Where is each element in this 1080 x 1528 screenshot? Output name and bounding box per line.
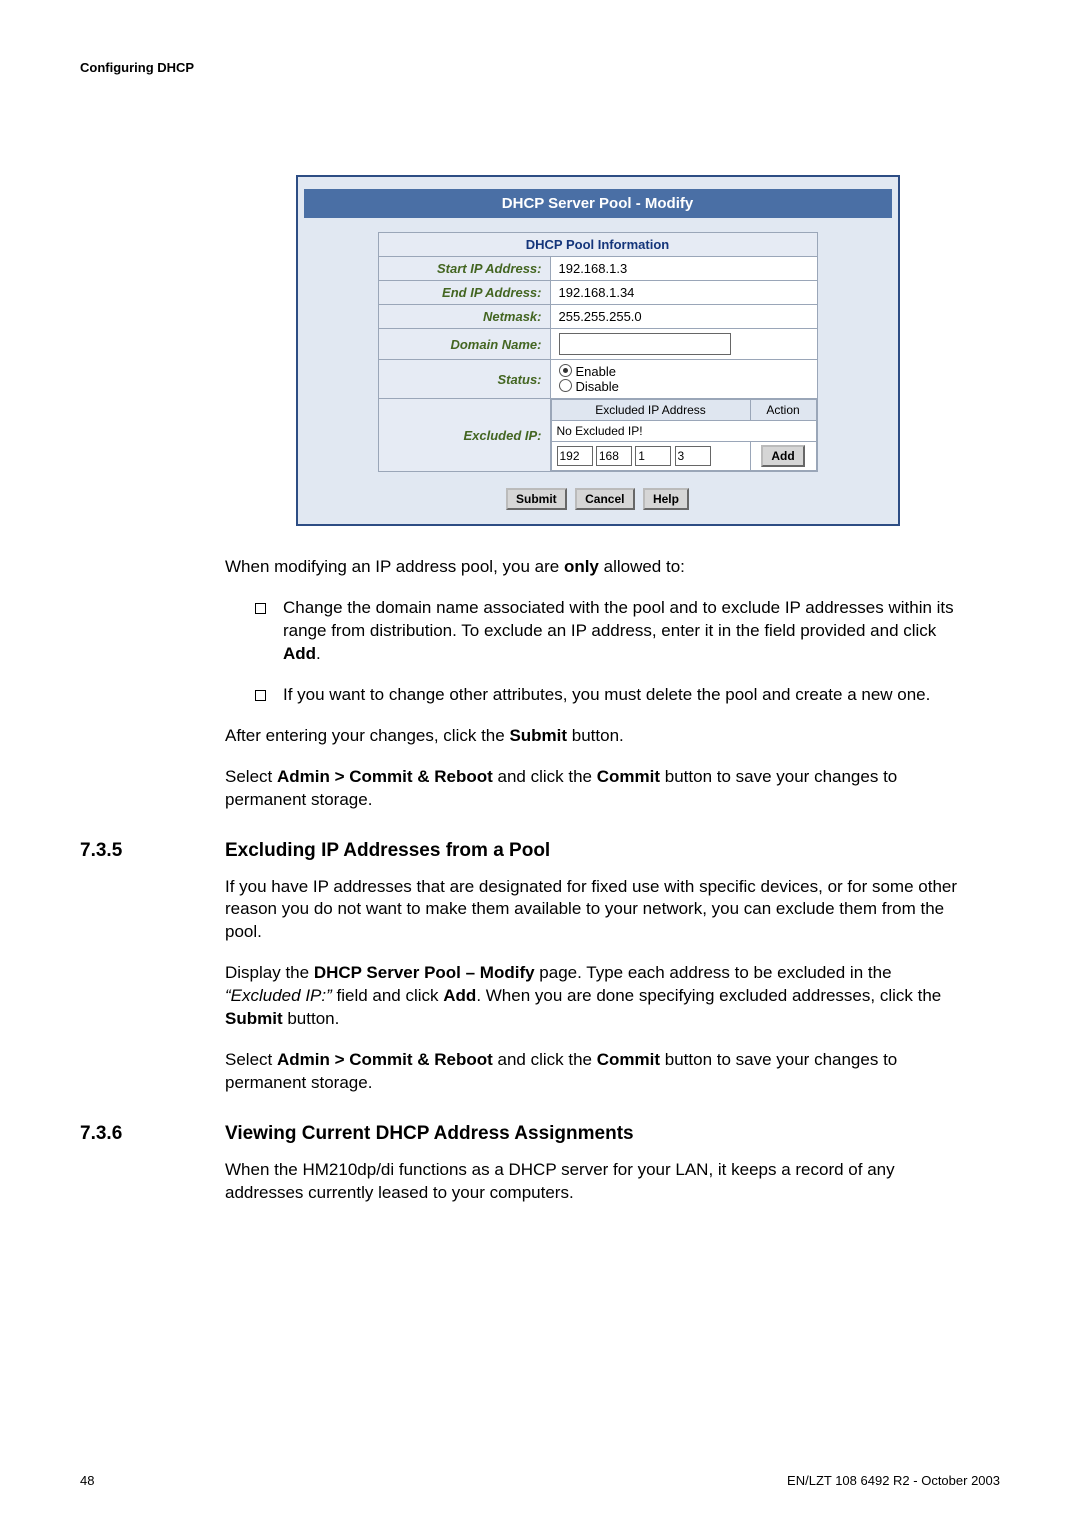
bullet-2-pre: If you want to change other attributes, … [283, 685, 930, 704]
sec735-p3: Select Admin > Commit & Reboot and click… [225, 1049, 970, 1095]
s735p2-h: Submit [225, 1009, 283, 1028]
section-736-title: Viewing Current DHCP Address Assignments [225, 1123, 634, 1145]
add-button[interactable]: Add [761, 445, 804, 467]
ip-octet-2[interactable]: 168 [596, 446, 632, 466]
label-status: Status: [378, 360, 550, 399]
bullet-1-post: . [316, 644, 321, 663]
dhcp-modify-screenshot: DHCP Server Pool - Modify DHCP Pool Info… [296, 175, 900, 526]
s735p2-b: DHCP Server Pool – Modify [314, 963, 535, 982]
help-button[interactable]: Help [643, 488, 689, 510]
pool-info-header: DHCP Pool Information [378, 233, 817, 257]
s735p2-f: Add [443, 986, 476, 1005]
sec735-p1: If you have IP addresses that are design… [225, 876, 970, 945]
c1-c: and click the [493, 767, 597, 786]
label-excluded-ip: Excluded IP: [378, 399, 550, 472]
value-end-ip: 192.168.1.34 [550, 281, 817, 305]
value-netmask: 255.255.255.0 [550, 305, 817, 329]
label-domain-name: Domain Name: [378, 329, 550, 360]
c1-a: Select [225, 767, 277, 786]
running-head: Configuring DHCP [80, 60, 1000, 75]
s735p3-c: and click the [493, 1050, 597, 1069]
excluded-col-address: Excluded IP Address [551, 400, 750, 421]
s735p2-c: page. Type each address to be excluded i… [535, 963, 892, 982]
after-bold: Submit [509, 726, 567, 745]
pool-info-table: DHCP Pool Information Start IP Address: … [378, 232, 818, 472]
intro-bold: only [564, 557, 599, 576]
s735p3-d: Commit [597, 1050, 660, 1069]
ip-octet-1[interactable]: 192 [557, 446, 593, 466]
after-changes-paragraph: After entering your changes, click the S… [225, 725, 970, 748]
status-disable-label: Disable [576, 379, 619, 394]
sec735-p2: Display the DHCP Server Pool – Modify pa… [225, 962, 970, 1031]
section-735-number: 7.3.5 [80, 840, 225, 862]
s735p3-b: Admin > Commit & Reboot [277, 1050, 493, 1069]
domain-name-input[interactable] [559, 333, 731, 355]
bullet-list: Change the domain name associated with t… [255, 597, 970, 707]
excluded-none-row: No Excluded IP! [551, 421, 816, 442]
s735p3-a: Select [225, 1050, 277, 1069]
excluded-ip-table: Excluded IP Address Action No Excluded I… [551, 399, 817, 471]
section-735-title: Excluding IP Addresses from a Pool [225, 840, 550, 862]
ip-octet-3[interactable]: 1 [635, 446, 671, 466]
excluded-col-action: Action [750, 400, 816, 421]
s735p2-i: button. [283, 1009, 340, 1028]
value-start-ip: 192.168.1.3 [550, 257, 817, 281]
status-enable-radio[interactable] [559, 364, 572, 377]
bullet-1-bold: Add [283, 644, 316, 663]
intro-post: allowed to: [599, 557, 685, 576]
label-start-ip: Start IP Address: [378, 257, 550, 281]
footer-doc-info: EN/LZT 108 6492 R2 - October 2003 [787, 1473, 1000, 1488]
after-pre: After entering your changes, click the [225, 726, 509, 745]
s735p2-d: “Excluded IP:” [225, 986, 332, 1005]
s735p2-e: field and click [332, 986, 444, 1005]
cancel-button[interactable]: Cancel [575, 488, 634, 510]
c1-b: Admin > Commit & Reboot [277, 767, 493, 786]
sec736-p1: When the HM210dp/di functions as a DHCP … [225, 1159, 970, 1205]
label-netmask: Netmask: [378, 305, 550, 329]
bullet-2: If you want to change other attributes, … [255, 684, 970, 707]
s735p2-a: Display the [225, 963, 314, 982]
status-enable-label: Enable [576, 364, 616, 379]
footer-page-number: 48 [80, 1473, 94, 1488]
intro-pre: When modifying an IP address pool, you a… [225, 557, 564, 576]
screenshot-title: DHCP Server Pool - Modify [304, 189, 892, 218]
s735p2-g: . When you are done specifying excluded … [476, 986, 941, 1005]
after-post: button. [567, 726, 624, 745]
section-736-number: 7.3.6 [80, 1123, 225, 1145]
ip-octet-4[interactable]: 3 [675, 446, 711, 466]
intro-paragraph: When modifying an IP address pool, you a… [225, 556, 970, 579]
submit-button[interactable]: Submit [506, 488, 567, 510]
commit-paragraph-1: Select Admin > Commit & Reboot and click… [225, 766, 970, 812]
label-end-ip: End IP Address: [378, 281, 550, 305]
bullet-1: Change the domain name associated with t… [255, 597, 970, 666]
bullet-1-pre: Change the domain name associated with t… [283, 598, 954, 640]
status-disable-radio[interactable] [559, 379, 572, 392]
c1-d: Commit [597, 767, 660, 786]
